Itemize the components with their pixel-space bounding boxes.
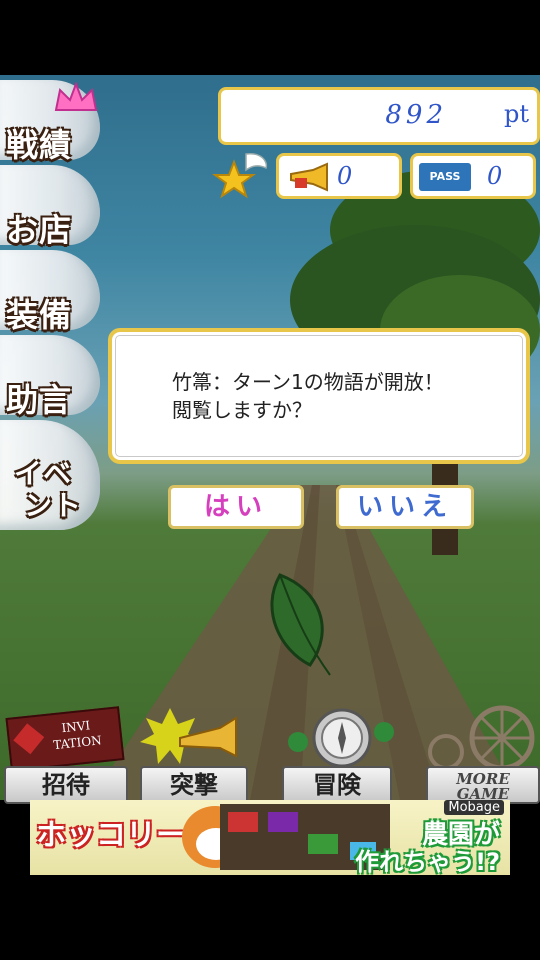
ad-copy-line2: 作れちゃう!? xyxy=(355,848,500,875)
dialog-line-2: 閲覧しますか？ xyxy=(172,398,312,422)
bottom-black-area xyxy=(0,875,540,960)
trumpet-count: 0 xyxy=(337,162,353,190)
confirm-dialog: 竹箒：ターン1の物語が開放！ 閲覧しますか？ xyxy=(108,328,530,464)
no-button[interactable]: いいえ xyxy=(336,485,474,529)
more-game-button[interactable]: MORE GAME xyxy=(426,766,540,804)
wheel-icon xyxy=(428,705,535,768)
points-panel: 892 pt xyxy=(218,87,540,145)
menu-shop-button[interactable]: お店 xyxy=(6,205,72,251)
trumpet-item-box[interactable]: 0 xyxy=(276,153,402,199)
pass-count: 0 xyxy=(487,162,503,190)
compass-icon xyxy=(288,708,394,768)
status-bar-area xyxy=(0,0,540,75)
trumpet-icon xyxy=(290,162,328,192)
crown-icon xyxy=(54,82,98,111)
ribbon-icon xyxy=(13,723,45,755)
yes-button[interactable]: はい xyxy=(168,485,304,529)
menu-equipment-button[interactable]: 装備 xyxy=(6,290,72,336)
ad-badge: Mobage xyxy=(444,800,504,815)
pass-icon-label: PASS xyxy=(429,170,461,183)
winged-star-icon[interactable] xyxy=(212,148,270,200)
dialog-line-1: 竹箒：ターン1の物語が開放！ xyxy=(172,370,444,394)
menu-record-button[interactable]: 戦績 xyxy=(6,120,72,166)
invite-button[interactable]: 招待 xyxy=(4,766,128,804)
trumpet-attack-icon xyxy=(140,708,237,764)
dialog-message: 竹箒：ターン1の物語が開放！ 閲覧しますか？ xyxy=(172,368,444,424)
leaf-icon xyxy=(270,573,331,676)
pass-icon: PASS xyxy=(419,163,471,191)
ad-banner[interactable]: ホッコリーナ Mobage 農園が 作れちゃう!? xyxy=(30,800,510,875)
menu-event-button-line2[interactable]: ント xyxy=(24,484,82,524)
menu-advice-button[interactable]: 助言 xyxy=(6,375,72,421)
attack-button[interactable]: 突撃 xyxy=(140,766,248,804)
points-unit: pt xyxy=(503,100,529,128)
points-value: 892 xyxy=(385,100,447,130)
pass-item-box[interactable]: PASS 0 xyxy=(410,153,536,199)
adventure-button[interactable]: 冒険 xyxy=(282,766,392,804)
invitation-card-text: INVI TATION xyxy=(52,718,103,753)
